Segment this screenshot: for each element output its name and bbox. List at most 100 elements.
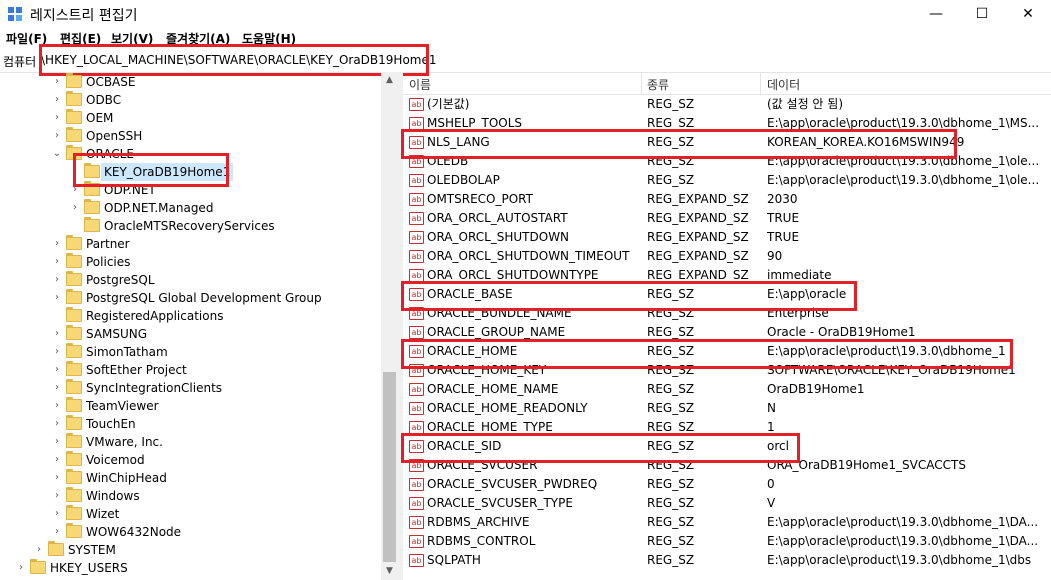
chevron-right-icon[interactable]: › [52,253,62,271]
chevron-right-icon[interactable]: › [52,451,62,469]
value-row[interactable]: ab RDBMS_CONTROL REG_SZ E:\app\oracle\produ… [403,532,1051,551]
chevron-right-icon[interactable]: › [52,505,62,523]
chevron-right-icon[interactable]: › [52,325,62,343]
scroll-up-icon[interactable]: ▲ [381,72,398,89]
tree-item[interactable]: › SyncIntegrationClients [0,379,381,397]
tree-item[interactable]: RegisteredApplications [0,307,381,325]
chevron-right-icon[interactable]: › [52,487,62,505]
chevron-right-icon[interactable]: › [52,73,62,91]
scroll-down-icon[interactable]: ▼ [381,563,398,580]
value-name: ORACLE_SVCUSER_TYPE [427,496,573,510]
tree-scrollbar[interactable]: ▲ ▼ [381,72,398,580]
minimize-button[interactable]: — [913,0,959,28]
column-divider[interactable] [760,72,761,94]
value-type: REG_EXPAND_SZ [647,211,749,225]
tree-item[interactable]: › Policies [0,253,381,271]
chevron-right-icon[interactable]: › [52,235,62,253]
value-name: OMTSRECO_PORT [427,192,533,206]
string-value-icon: ab [409,554,424,567]
value-row[interactable]: ab SQLPATH REG_SZ E:\app\oracle\product\19.… [403,551,1051,570]
tree-item[interactable]: › Partner [0,235,381,253]
value-row[interactable]: ab ORACLE_SVCUSER_PWDREQ REG_SZ 0 [403,475,1051,494]
chevron-right-icon[interactable]: › [52,127,62,145]
chevron-right-icon[interactable]: › [16,559,26,577]
chevron-right-icon[interactable]: › [52,289,62,307]
tree-item[interactable]: › Voicemod [0,451,381,469]
chevron-right-icon[interactable]: › [52,91,62,109]
tree-item[interactable]: › OCBASE [0,73,381,91]
folder-icon [30,559,46,574]
value-row[interactable]: ab OMTSRECO_PORT REG_EXPAND_SZ 2030 [403,190,1051,209]
chevron-right-icon[interactable]: › [70,199,80,217]
tree-item[interactable]: › WOW6432Node [0,523,381,541]
tree-item[interactable]: › ODBC [0,91,381,109]
value-row[interactable]: ab ORA_ORCL_AUTOSTART REG_EXPAND_SZ TRUE [403,209,1051,228]
title-bar: 레지스트리 편집기 — ☐ ✕ [0,0,1051,28]
folder-icon [66,289,82,304]
value-name: ORA_ORCL_SHUTDOWN_TIMEOUT [427,249,630,263]
chevron-right-icon[interactable]: › [34,541,44,559]
value-type: REG_SZ [647,553,695,567]
column-data[interactable]: 데이터 [767,76,800,93]
folder-icon [66,235,82,250]
column-type[interactable]: 종류 [647,76,669,93]
value-row[interactable]: ab (기본값) REG_SZ (값 설정 안 됨) [403,95,1051,114]
column-name[interactable]: 이름 [409,76,431,93]
value-type: REG_SZ [647,534,695,548]
chevron-down-icon[interactable]: ⌄ [52,145,62,163]
value-row[interactable]: ab OLEDBOLAP REG_SZ E:\app\oracle\product\1… [403,171,1051,190]
chevron-right-icon[interactable]: › [52,379,62,397]
value-row[interactable]: ab ORA_ORCL_SHUTDOWN_TIMEOUT REG_EXPAND_SZ… [403,247,1051,266]
close-button[interactable]: ✕ [1005,0,1051,28]
tree-item[interactable]: › OEM [0,109,381,127]
tree-item[interactable]: › VMware, Inc. [0,433,381,451]
chevron-right-icon[interactable]: › [52,469,62,487]
column-divider[interactable] [641,72,642,94]
chevron-right-icon[interactable]: › [52,397,62,415]
value-name: ORACLE_HOME_READONLY [427,401,588,415]
tree-item[interactable]: › HKEY_USERS [0,559,381,577]
value-row[interactable]: ab ORACLE_SVCUSER_TYPE REG_SZ V [403,494,1051,513]
chevron-right-icon[interactable]: › [52,433,62,451]
maximize-button[interactable]: ☐ [959,0,1005,28]
folder-icon [66,505,82,520]
tree-item[interactable]: › SYSTEM [0,541,381,559]
tree-item[interactable]: › PostgreSQL Global Development Group [0,289,381,307]
value-type: REG_SZ [647,97,695,111]
tree-item[interactable]: › WinChipHead [0,469,381,487]
value-data: E:\app\oracle\product\19.3.0\dbhome_1\ol… [767,173,1040,187]
value-data: (값 설정 안 됨) [767,97,844,111]
value-row[interactable]: ab RDBMS_ARCHIVE REG_SZ E:\app\oracle\produ… [403,513,1051,532]
value-row[interactable]: ab ORACLE_HOME_READONLY REG_SZ N [403,399,1051,418]
tree-item[interactable]: › PostgreSQL [0,271,381,289]
tree-item[interactable]: › Wizet [0,505,381,523]
tree-item[interactable]: › OpenSSH [0,127,381,145]
value-type: REG_SZ [647,477,695,491]
folder-icon [66,73,82,88]
value-row[interactable]: ab ORA_ORCL_SHUTDOWN REG_EXPAND_SZ TRUE [403,228,1051,247]
value-data: 90 [767,249,783,263]
chevron-right-icon[interactable]: › [52,523,62,541]
chevron-right-icon[interactable]: › [52,343,62,361]
chevron-right-icon[interactable]: › [52,271,62,289]
tree-item[interactable]: › TouchEn [0,415,381,433]
value-data: 2030 [767,192,798,206]
tree-item[interactable]: › ODP.NET.Managed [0,199,381,217]
string-value-icon: ab [409,174,424,187]
tree-item[interactable]: › SimonTatham [0,343,381,361]
tree-item[interactable]: › TeamViewer [0,397,381,415]
chevron-right-icon[interactable]: › [52,415,62,433]
chevron-right-icon[interactable]: › [52,361,62,379]
chevron-right-icon[interactable]: › [52,109,62,127]
list-header: 이름 종류 데이터 [403,72,1051,95]
scrollbar-thumb[interactable] [383,372,396,562]
tree-item[interactable]: OracleMTSRecoveryServices [0,217,381,235]
tree-item[interactable]: › SAMSUNG [0,325,381,343]
tree-item[interactable]: › Windows [0,487,381,505]
value-row[interactable]: ab ORACLE_HOME_NAME REG_SZ OraDB19Home1 [403,380,1051,399]
value-data: E:\app\oracle\product\19.3.0\dbhome_1\db… [767,553,1032,567]
tree-item-label: Policies [86,255,131,269]
registry-tree[interactable]: › OCBASE › ODBC › OEM › OpenSSH ⌄ ORACLE KEY_OraDB… [0,72,398,580]
tree-item-label: ODBC [86,93,122,107]
tree-item[interactable]: › SoftEther Project [0,361,381,379]
